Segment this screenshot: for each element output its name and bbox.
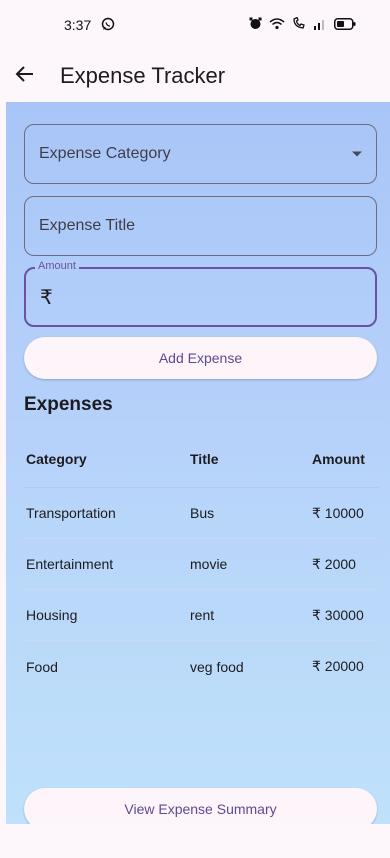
status-left: 3:37	[64, 17, 115, 34]
table-header-row: Category Title Amount	[24, 430, 379, 488]
status-time: 3:37	[64, 17, 92, 33]
amount-field[interactable]: ₹	[24, 267, 377, 327]
cell-amount: ₹ 30000	[312, 606, 364, 623]
add-expense-button[interactable]: Add Expense	[24, 337, 377, 379]
expense-title-field[interactable]: Expense Title	[24, 196, 377, 256]
cell-amount: ₹ 20000	[312, 658, 364, 674]
cell-amount: ₹ 10000	[312, 504, 364, 521]
cell-title: movie	[190, 556, 228, 572]
dropdown-arrow-icon	[352, 151, 362, 157]
table-row: Entertainment movie ₹ 2000	[24, 539, 379, 590]
back-button[interactable]	[2, 53, 48, 99]
cell-category: Food	[26, 658, 58, 675]
cell-amount: ₹ 2000	[312, 555, 356, 572]
column-header-amount: Amount	[312, 450, 365, 467]
cell-category: Entertainment	[26, 556, 114, 572]
signal-icon	[313, 17, 327, 33]
alarm-icon	[249, 17, 262, 33]
amount-label: Amount	[35, 260, 79, 272]
table-row: Food veg food ₹ 20000	[24, 641, 379, 692]
battery-icon	[334, 17, 356, 33]
cell-title: veg food	[190, 658, 244, 675]
table-row: Transportation Bus ₹ 10000	[24, 488, 379, 539]
system-nav-bar	[0, 824, 390, 858]
cell-category: Transportation	[26, 505, 116, 521]
main-content: Expense Category Expense Title ₹ Amount …	[6, 102, 390, 830]
expenses-table: Category Title Amount Transportation Bus…	[24, 430, 379, 692]
arrow-left-icon	[15, 65, 35, 88]
expense-title-placeholder: Expense Title	[39, 217, 136, 234]
app-bar: Expense Tracker	[0, 50, 390, 102]
expense-category-placeholder: Expense Category	[39, 145, 171, 162]
column-header-category: Category	[26, 450, 87, 467]
table-row: Housing rent ₹ 30000	[24, 590, 379, 641]
cell-title: rent	[190, 607, 215, 623]
cell-title: Bus	[190, 505, 215, 521]
column-header-title: Title	[190, 450, 219, 467]
expenses-heading: Expenses	[24, 394, 113, 415]
page-title: Expense Tracker	[60, 63, 226, 88]
rupee-prefix: ₹	[40, 286, 53, 309]
status-bar: 3:37	[0, 0, 390, 50]
whatsapp-icon	[101, 17, 115, 34]
cell-category: Housing	[26, 607, 78, 623]
expense-category-dropdown[interactable]: Expense Category	[24, 124, 377, 184]
wifi-icon	[269, 17, 285, 33]
status-right	[249, 16, 356, 33]
volte-icon	[292, 16, 306, 33]
